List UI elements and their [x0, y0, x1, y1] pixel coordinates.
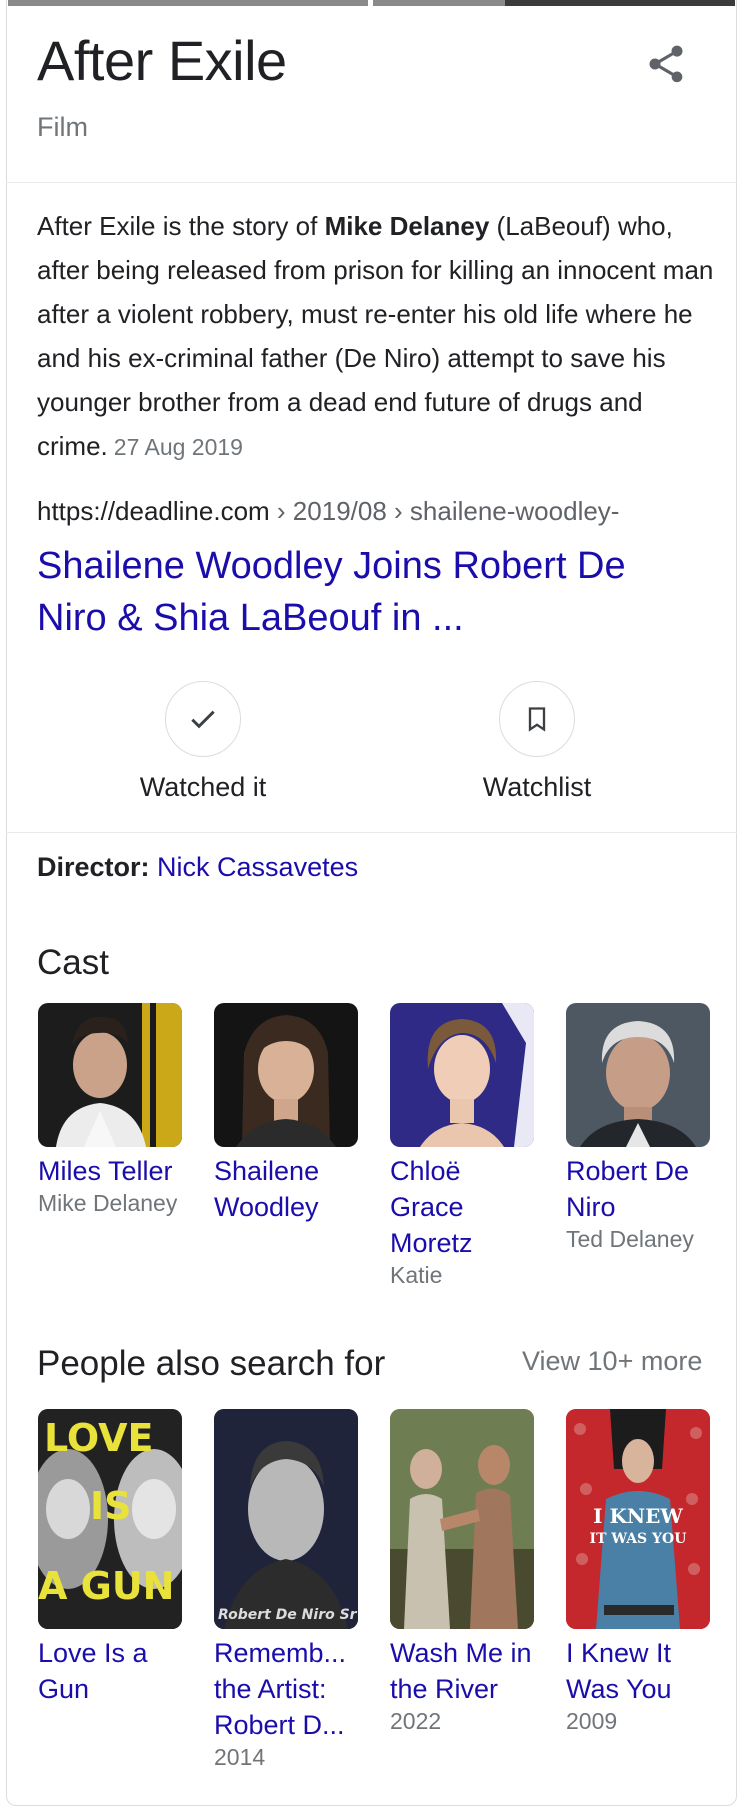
cast-item-miles-teller[interactable]: Miles Teller Mike Delaney: [38, 1003, 182, 1218]
checkmark-icon: [191, 710, 215, 729]
divider: [6, 182, 737, 183]
poster-title-line2: IT WAS YOU: [590, 1531, 687, 1547]
watchlist-button[interactable]: [499, 681, 575, 757]
cast-name: Robert De Niro: [566, 1156, 690, 1222]
cast-role: Mike Delaney: [38, 1190, 178, 1216]
cast-photo: [390, 1003, 534, 1147]
panel-subtitle: Film: [37, 112, 88, 142]
watchlist-label: Watchlist: [482, 772, 592, 802]
description: After Exile is the story of Mike Delaney…: [37, 211, 714, 461]
watched-it-label: Watched it: [139, 772, 267, 802]
director-row: Director: Nick Cassavetes: [37, 852, 359, 882]
poster-text-love: LOVE: [44, 1416, 154, 1460]
related-poster: [390, 1409, 534, 1629]
related-poster: I KNEW IT WAS YOU: [566, 1409, 710, 1629]
poster-title-line1: I KNEW: [593, 1504, 683, 1528]
divider: [6, 832, 737, 833]
director-link[interactable]: Nick Cassavetes: [157, 852, 358, 882]
share-icon[interactable]: [644, 42, 688, 86]
related-name: Love Is a Gun: [38, 1638, 148, 1704]
people-also-title: People also search for: [37, 1344, 386, 1383]
poster-text-a-gun: A GUN: [38, 1564, 175, 1608]
cast-photo: [566, 1003, 710, 1147]
related-poster: LOVE IS A GUN: [38, 1409, 182, 1629]
source-headline-link[interactable]: Shailene Woodley Joins Robert De Niro & …: [37, 540, 697, 644]
description-date: 27 Aug 2019: [113, 434, 243, 460]
related-item-i-knew-it-was-you[interactable]: I KNEW IT WAS YOU I Knew It Was You 2009: [566, 1409, 710, 1736]
related-poster: Robert De Niro Sr: [214, 1409, 358, 1629]
related-name: Rememb... the Artist: Robert D...: [214, 1638, 347, 1740]
panel-title: After Exile: [37, 29, 287, 92]
related-item-remembering-the-artist[interactable]: Robert De Niro Sr Rememb... the Artist: …: [214, 1409, 358, 1772]
related-year: 2009: [566, 1708, 618, 1734]
cast-name: Chloë Grace Moretz: [390, 1156, 473, 1258]
bookmark-icon: [528, 707, 546, 732]
cast-role: Katie: [390, 1262, 443, 1288]
cast-item-shailene-woodley[interactable]: Shailene Woodley: [214, 1003, 358, 1225]
cast-item-robert-de-niro[interactable]: Robert De Niro Ted Delaney: [566, 1003, 710, 1254]
source-url: https://deadline.com › 2019/08 › shailen…: [37, 496, 620, 526]
related-year: 2014: [214, 1744, 266, 1770]
poster-text-is: IS: [90, 1484, 132, 1528]
cast-role: Ted Delaney: [566, 1226, 694, 1252]
cast-photo: [214, 1003, 358, 1147]
cast-name: Miles Teller: [38, 1156, 173, 1186]
poster-caption: Robert De Niro Sr: [218, 1607, 358, 1623]
related-name: I Knew It Was You: [566, 1638, 672, 1704]
cast-name: Shailene Woodley: [214, 1156, 320, 1222]
related-name: Wash Me in the River: [390, 1638, 532, 1704]
related-item-love-is-a-gun[interactable]: LOVE IS A GUN Love Is a Gun: [38, 1409, 182, 1707]
watched-it-button[interactable]: [165, 681, 241, 757]
related-item-wash-me-in-the-river[interactable]: Wash Me in the River 2022: [390, 1409, 534, 1736]
related-year: 2022: [390, 1708, 442, 1734]
view-more-link[interactable]: View 10+ more: [522, 1346, 702, 1377]
description-bold-name: Mike Delaney: [324, 211, 490, 241]
cast-title: Cast: [37, 943, 109, 982]
cast-photo: [38, 1003, 182, 1147]
cast-item-chloe-grace-moretz[interactable]: Chloë Grace Moretz Katie: [390, 1003, 534, 1290]
